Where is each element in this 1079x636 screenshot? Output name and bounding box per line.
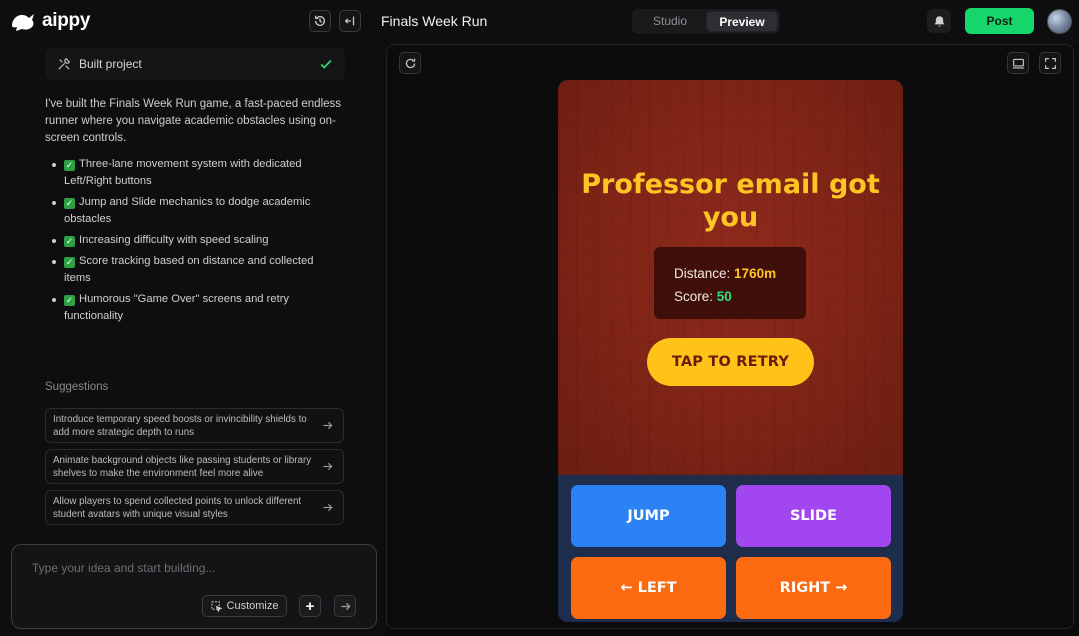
add-attachment-button[interactable]: +	[299, 595, 321, 617]
project-title: Finals Week Run	[381, 13, 488, 29]
chat-panel: Built project I've built the Finals Week…	[0, 44, 386, 636]
arrow-right-icon	[323, 421, 333, 430]
top-bar: aippy Finals Week Run Studio Preview Pos…	[0, 0, 1079, 44]
tools-icon	[58, 57, 71, 70]
view-toggle: Studio Preview	[632, 9, 780, 34]
score-panel: Distance: 1760m Score: 50	[654, 247, 806, 319]
list-item: ✓ Score tracking based on distance and co…	[52, 253, 342, 287]
list-item: ✓ Three-lane movement system with dedicat…	[52, 156, 342, 190]
list-item: ✓ Jump and Slide mechanics to dodge acade…	[52, 194, 342, 228]
post-button[interactable]: Post	[965, 8, 1034, 34]
game-controls: JUMP SLIDE ← LEFT RIGHT →	[558, 475, 903, 622]
customize-button[interactable]: Customize	[202, 595, 287, 617]
jump-button[interactable]: JUMP	[571, 485, 726, 547]
refresh-button[interactable]	[399, 52, 421, 74]
bell-icon	[934, 15, 944, 27]
suggestion-item[interactable]: Introduce temporary speed boosts or invi…	[45, 408, 344, 443]
right-button[interactable]: RIGHT →	[736, 557, 891, 619]
history-button[interactable]	[309, 10, 331, 32]
arrow-right-icon	[323, 503, 333, 512]
desktop-view-button[interactable]	[1007, 52, 1029, 74]
score-value: 50	[716, 289, 732, 304]
suggestion-item[interactable]: Allow players to spend collected points …	[45, 490, 344, 525]
arrow-right-icon	[323, 462, 333, 471]
game-over-title: Professor email got you	[581, 169, 880, 233]
notifications-button[interactable]	[927, 9, 951, 33]
distance-row: Distance: 1760m	[674, 266, 777, 281]
assistant-message: I've built the Finals Week Run game, a f…	[45, 98, 342, 144]
list-item: ✓ Humorous "Game Over" screens and retry …	[52, 291, 342, 325]
left-button[interactable]: ← LEFT	[571, 557, 726, 619]
checkbox-emoji-icon: ✓	[64, 295, 75, 306]
brand-name: aippy	[42, 10, 91, 31]
checkbox-emoji-icon: ✓	[64, 257, 75, 268]
checkbox-emoji-icon: ✓	[64, 198, 75, 209]
collapse-panel-button[interactable]	[339, 10, 361, 32]
collapse-panel-icon	[344, 16, 355, 26]
logo-icon	[12, 14, 34, 31]
tab-preview[interactable]: Preview	[706, 11, 778, 32]
feature-list: ✓ Three-lane movement system with dedicat…	[52, 156, 342, 329]
suggestion-item[interactable]: Animate background objects like passing …	[45, 449, 344, 484]
score-row: Score: 50	[674, 289, 732, 304]
arrow-right-icon	[340, 602, 351, 610]
history-icon	[314, 15, 326, 26]
refresh-icon	[405, 58, 415, 68]
build-status-card[interactable]: Built project	[45, 48, 345, 80]
fullscreen-icon	[1044, 57, 1056, 69]
desktop-view-icon	[1012, 58, 1024, 69]
fullscreen-button[interactable]	[1039, 52, 1061, 74]
game-canvas[interactable]: Professor email got you Distance: 1760m …	[558, 80, 903, 622]
select-region-icon	[210, 600, 222, 612]
composer-input[interactable]: Type your idea and start building...	[32, 561, 215, 575]
message-composer[interactable]: Type your idea and start building... Cus…	[11, 544, 377, 629]
brand-logo[interactable]: aippy	[10, 10, 90, 32]
send-button[interactable]	[334, 595, 356, 617]
check-icon	[320, 59, 332, 69]
tab-studio[interactable]: Studio	[634, 11, 706, 32]
checkbox-emoji-icon: ✓	[64, 236, 75, 247]
list-item: ✓ Increasing difficulty with speed scalin…	[52, 232, 342, 249]
slide-button[interactable]: SLIDE	[736, 485, 891, 547]
build-status-label: Built project	[79, 57, 142, 71]
suggestions-heading: Suggestions	[45, 381, 109, 393]
distance-value: 1760m	[734, 266, 777, 281]
user-avatar[interactable]	[1047, 9, 1072, 34]
retry-button[interactable]: TAP TO RETRY	[647, 338, 814, 386]
checkbox-emoji-icon: ✓	[64, 160, 75, 171]
